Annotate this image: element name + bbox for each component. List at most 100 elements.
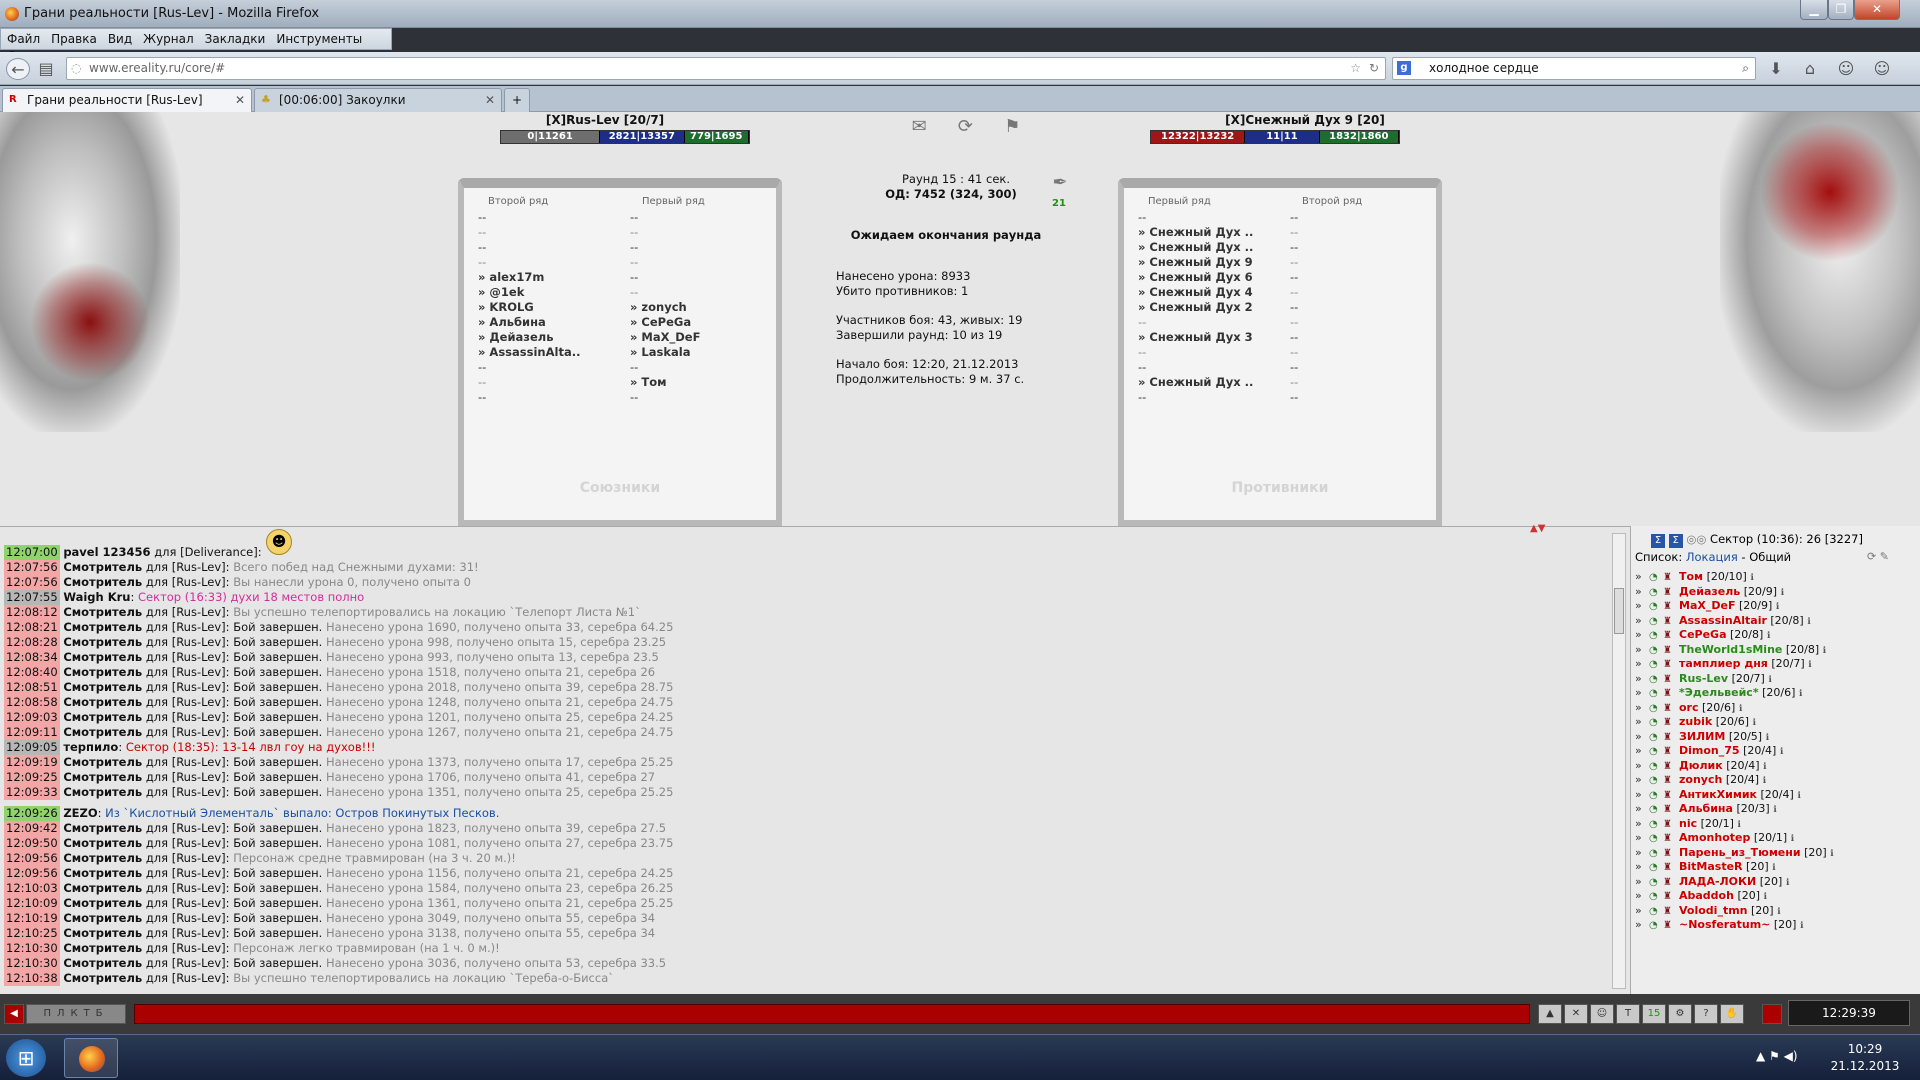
enemy-slot[interactable]: » Снежный Дух 9 (1138, 255, 1288, 270)
scroll-icon[interactable]: ✉ (912, 116, 927, 142)
user-row[interactable]: » ◔ ♜ nic [20/1] ℹ (1635, 817, 1915, 832)
start-button[interactable]: ⊞ (6, 1039, 46, 1077)
chat-nick[interactable]: Смотритель (63, 896, 142, 910)
new-tab-button[interactable]: + (504, 88, 530, 112)
addon-icon[interactable]: ☺ (1834, 58, 1858, 80)
user-row[interactable]: » ◔ ♜ BitMasteR [20] ℹ (1635, 860, 1915, 875)
user-arrow-icon[interactable]: » (1635, 701, 1649, 716)
chat-nick[interactable]: Смотритель (63, 635, 142, 649)
user-arrow-icon[interactable]: » (1635, 817, 1649, 832)
flag-icon[interactable]: ⚑ (1004, 116, 1020, 142)
info-icon[interactable]: ℹ (1781, 588, 1784, 598)
chat-nick[interactable]: Смотритель (63, 971, 142, 985)
chat-timestamp[interactable]: 12:08:58 (4, 695, 60, 710)
user-arrow-icon[interactable]: » (1635, 846, 1649, 861)
user-name[interactable]: *Эдельвейс* (1679, 686, 1759, 699)
user-arrow-icon[interactable]: » (1635, 715, 1649, 730)
info-icon[interactable]: ℹ (1763, 776, 1766, 786)
user-arrow-icon[interactable]: » (1635, 570, 1649, 585)
info-icon[interactable]: ℹ (1750, 573, 1753, 583)
info-icon[interactable]: ℹ (1768, 675, 1771, 685)
enemy-slot[interactable]: » Снежный Дух 2 (1138, 300, 1288, 315)
settings-icon[interactable]: ⚙ (1668, 1004, 1692, 1024)
info-icon[interactable]: ℹ (1823, 646, 1826, 656)
menu-edit[interactable]: Правка (45, 29, 102, 46)
chat-timestamp[interactable]: 12:08:40 (4, 665, 60, 680)
user-row[interactable]: » ◔ ♜ *Эдельвейс* [20/6] ℹ (1635, 686, 1915, 701)
chat-timestamp[interactable]: 12:10:25 (4, 926, 60, 941)
chat-timestamp[interactable]: 12:09:33 (4, 785, 60, 800)
user-row[interactable]: » ◔ ♜ zonych [20/4] ℹ (1635, 773, 1915, 788)
user-name[interactable]: zubik (1679, 715, 1712, 728)
chat-timestamp[interactable]: 12:08:21 (4, 620, 60, 635)
bookmarks-sidebar-icon[interactable]: ▤ (34, 58, 58, 80)
chat-timestamp[interactable]: 12:10:30 (4, 956, 60, 971)
user-name[interactable]: Дюлик (1679, 759, 1723, 772)
user-arrow-icon[interactable]: » (1635, 599, 1649, 614)
chat-nick[interactable]: Смотритель (63, 866, 142, 880)
user-row[interactable]: » ◔ ♜ ~Nosferatum~ [20] ℹ (1635, 918, 1915, 933)
user-name[interactable]: Volodi_tmn (1679, 904, 1748, 917)
tray-icons[interactable]: ▲ ⚑ ◀) (1756, 1049, 1798, 1063)
player-left-name[interactable]: [X]Rus-Lev [20/7] (460, 113, 750, 127)
user-name[interactable]: nic (1679, 817, 1697, 830)
chat-timestamp[interactable]: 12:10:30 (4, 941, 60, 956)
ally-slot[interactable]: » Laskala (630, 345, 770, 360)
right-tab-icon[interactable] (1762, 1004, 1782, 1024)
info-icon[interactable]: ℹ (1800, 921, 1803, 931)
chat-timestamp[interactable]: 12:07:00 (4, 545, 60, 560)
user-name[interactable]: Dimon_75 (1679, 744, 1740, 757)
user-name[interactable]: Дейазель (1679, 585, 1740, 598)
user-arrow-icon[interactable]: » (1635, 802, 1649, 817)
chat-nick[interactable]: Смотритель (63, 836, 142, 850)
chat-nick[interactable]: Смотритель (63, 881, 142, 895)
user-arrow-icon[interactable]: » (1635, 831, 1649, 846)
sigma-icon[interactable]: Σ (1651, 534, 1665, 548)
enemy-slot[interactable]: » Снежный Дух .. (1138, 225, 1288, 240)
reload-icon[interactable]: ↻ (1369, 58, 1379, 79)
user-arrow-icon[interactable]: » (1635, 672, 1649, 687)
ally-slot[interactable]: » alex17m (478, 270, 628, 285)
ally-slot[interactable]: » @1ek (478, 285, 628, 300)
user-name[interactable]: АнтикХимик (1679, 788, 1757, 801)
menu-history[interactable]: Журнал (137, 29, 199, 46)
user-arrow-icon[interactable]: » (1635, 686, 1649, 701)
chat-nick[interactable]: Смотритель (63, 560, 142, 574)
help-icon[interactable]: ? (1694, 1004, 1718, 1024)
search-bar[interactable]: g холодное сердце ⌕ (1392, 57, 1756, 80)
sigma-icon-2[interactable]: Σ (1668, 534, 1683, 548)
user-name[interactable]: orc (1679, 701, 1699, 714)
user-row[interactable]: » ◔ ♜ orc [20/6] ℹ (1635, 701, 1915, 716)
chat-nick[interactable]: Waigh Kru (63, 590, 130, 604)
user-arrow-icon[interactable]: » (1635, 585, 1649, 600)
user-row[interactable]: » ◔ ♜ Rus-Lev [20/7] ℹ (1635, 672, 1915, 687)
enemy-slot[interactable]: » Снежный Дух 6 (1138, 270, 1288, 285)
chat-timestamp[interactable]: 12:08:12 (4, 605, 60, 620)
info-icon[interactable]: ℹ (1780, 747, 1783, 757)
enemy-slot[interactable]: » Снежный Дух .. (1138, 375, 1288, 390)
info-icon[interactable]: ℹ (1830, 849, 1833, 859)
maximize-button[interactable]: ❐ (1828, 0, 1854, 20)
taskbar-firefox[interactable] (64, 1038, 118, 1078)
back-arrow-icon[interactable]: ← (6, 58, 30, 80)
chat-timestamp[interactable]: 12:09:25 (4, 770, 60, 785)
tab-zakoulki[interactable]: ♣ [00:06:00] Закоулки ✕ (254, 88, 502, 112)
info-icon[interactable]: ℹ (1773, 805, 1776, 815)
chat-timestamp[interactable]: 12:10:09 (4, 896, 60, 911)
chat-nick[interactable]: Смотритель (63, 926, 142, 940)
user-arrow-icon[interactable]: » (1635, 875, 1649, 890)
chat-nick[interactable]: Смотритель (63, 605, 142, 619)
menu-bookmarks[interactable]: Закладки (199, 29, 271, 46)
user-name[interactable]: MaX_DeF (1679, 599, 1735, 612)
info-icon[interactable]: ℹ (1739, 704, 1742, 714)
smile-icon[interactable]: ☺ (1590, 1004, 1614, 1024)
addon-icon-2[interactable]: ☺ (1870, 58, 1894, 80)
chat-nick[interactable]: Смотритель (63, 755, 142, 769)
chat-timestamp[interactable]: 12:09:56 (4, 851, 60, 866)
user-row[interactable]: » ◔ ♜ АнтикХимик [20/4] ℹ (1635, 788, 1915, 803)
user-row[interactable]: » ◔ ♜ Abaddoh [20] ℹ (1635, 889, 1915, 904)
user-arrow-icon[interactable]: » (1635, 788, 1649, 803)
chat-nick[interactable]: Смотритель (63, 695, 142, 709)
chat-nick[interactable]: Смотритель (63, 650, 142, 664)
user-name[interactable]: BitMasteR (1679, 860, 1743, 873)
